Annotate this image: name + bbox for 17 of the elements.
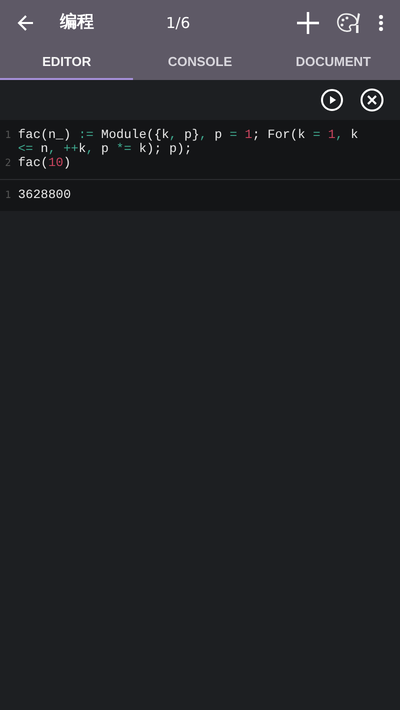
line-number: 2 [4, 157, 12, 171]
page-counter: 1/6 [166, 12, 190, 34]
screen-title: 编程 [60, 11, 94, 34]
tab[interactable]: DOCUMENT [266, 46, 400, 80]
add-button[interactable] [296, 11, 320, 35]
line-number: 1 [4, 189, 12, 203]
close-button[interactable] [360, 88, 384, 112]
code-line: fac(10) [18, 156, 72, 171]
run-button[interactable] [320, 88, 344, 112]
back-button[interactable] [16, 13, 36, 33]
more-options-button[interactable] [378, 14, 384, 32]
line-number: 1 [4, 129, 12, 143]
palette-button[interactable] [336, 11, 362, 35]
output-text: 3628800 [18, 188, 72, 203]
code-line: fac(n_) := Module({k, p}, p = 1; For(k = 1, k <= n, ++k, p *= k); p); [18, 128, 360, 156]
tab[interactable]: CONSOLE [133, 46, 267, 80]
tab[interactable]: EDITOR [0, 46, 134, 80]
